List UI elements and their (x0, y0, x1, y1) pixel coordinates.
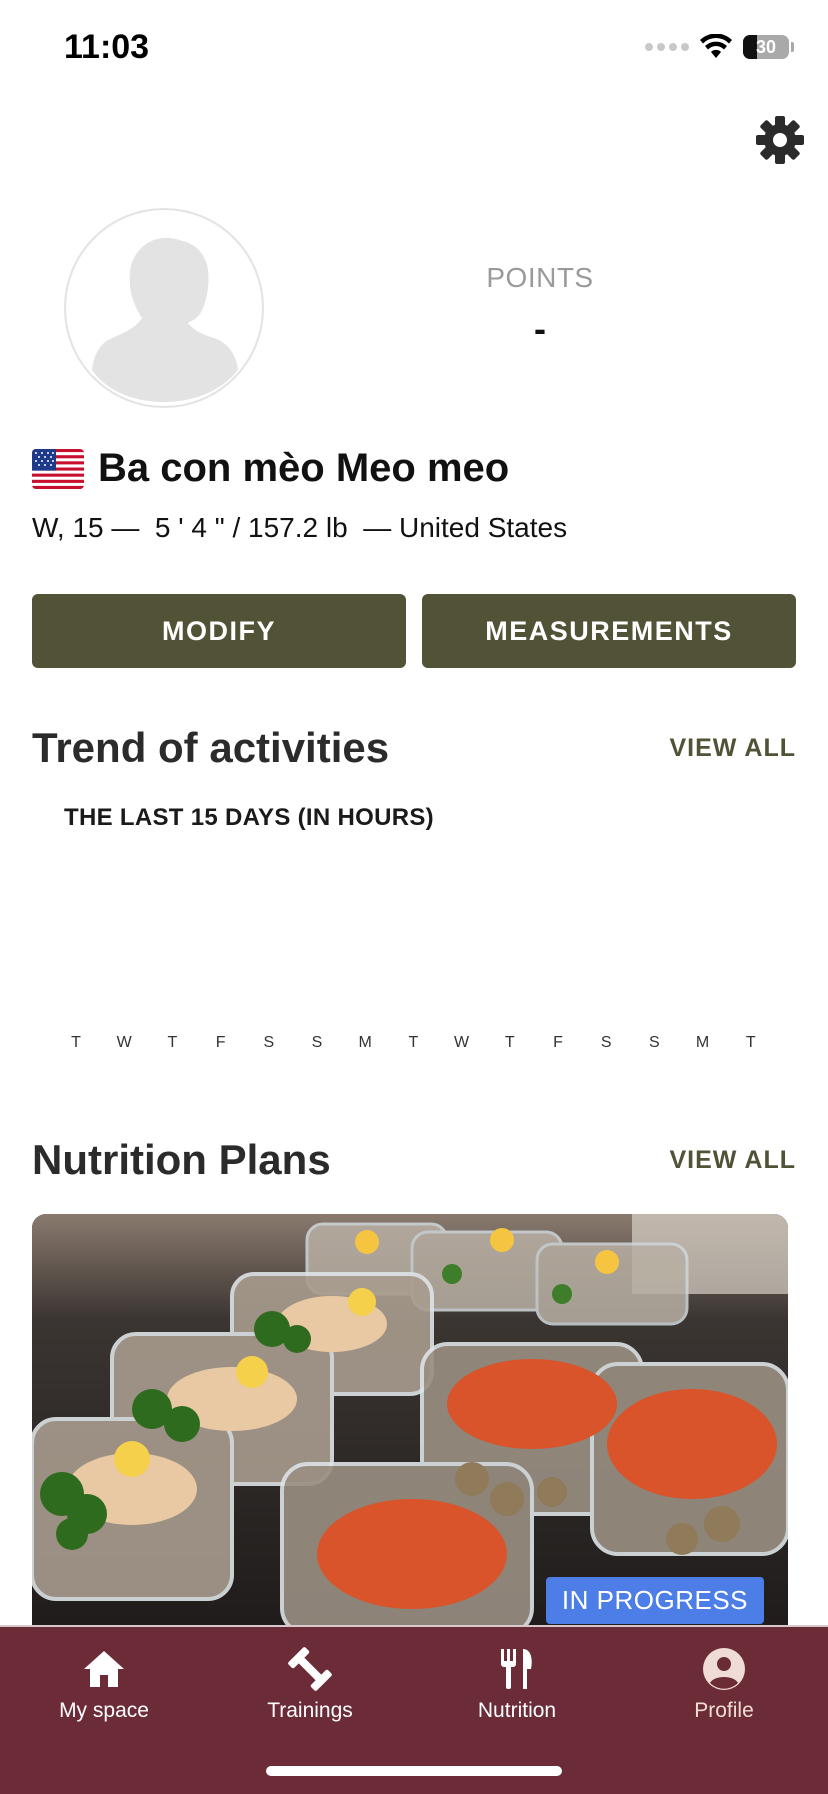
us-flag-icon (32, 448, 84, 489)
day-label: S (649, 1034, 660, 1051)
day-label: F (553, 1034, 563, 1051)
status-indicators: 30 (645, 34, 794, 60)
nav-label: Nutrition (477, 1699, 557, 1722)
day-label: W (116, 1034, 132, 1051)
user-details: W, 15 — 5 ' 4 " / 157.2 lb — United Stat… (32, 512, 568, 543)
dumbbell-icon (288, 1647, 332, 1691)
day-label: T (745, 1034, 756, 1051)
fork-knife-icon (501, 1649, 532, 1689)
nav-my-space[interactable]: My space (14, 1645, 194, 1723)
status-bar: 11:03 30 (0, 0, 828, 100)
home-indicator (266, 1766, 562, 1776)
nutrition-plan-card[interactable]: IN PROGRESS (32, 1214, 788, 1634)
wifi-icon (700, 34, 732, 58)
avatar[interactable] (64, 208, 264, 408)
home-icon (84, 1651, 124, 1687)
female-placeholder-icon (92, 237, 238, 402)
profile-name-row: Ba con mèo Meo meo (32, 446, 509, 491)
activities-title: Trend of activities (32, 724, 390, 771)
day-label: S (311, 1034, 323, 1051)
battery-level: 30 (755, 36, 777, 57)
measurements-button[interactable]: MEASUREMENTS (422, 594, 796, 668)
points-panel: POINTS - (440, 262, 640, 350)
day-label: T (71, 1034, 81, 1051)
points-label: POINTS (486, 262, 594, 293)
nav-profile[interactable]: Profile (634, 1645, 814, 1723)
day-label: W (454, 1034, 470, 1051)
points-value: - (534, 308, 546, 349)
nutrition-title: Nutrition Plans (32, 1136, 331, 1183)
day-label: T (167, 1034, 178, 1051)
nav-label: Profile (694, 1699, 754, 1722)
profile-icon (703, 1648, 745, 1690)
day-label: T (408, 1034, 419, 1051)
activities-view-all-link[interactable]: VIEW ALL (669, 734, 796, 763)
nutrition-view-all-link[interactable]: VIEW ALL (669, 1146, 796, 1175)
nav-nutrition[interactable]: Nutrition (427, 1645, 607, 1723)
status-badge: IN PROGRESS (545, 1577, 764, 1624)
status-time: 11:03 (64, 28, 150, 66)
day-label: F (215, 1034, 226, 1051)
cellular-signal-icon (645, 43, 689, 51)
day-label: M (358, 1034, 372, 1051)
day-label: M (695, 1034, 710, 1051)
activities-day-labels: TWTFSSMTWTFSSMT (52, 1034, 772, 1058)
settings-gear-icon[interactable] (754, 114, 806, 166)
day-label: T (504, 1034, 515, 1051)
activities-chart-subtitle: THE LAST 15 DAYS (IN HOURS) (64, 804, 434, 831)
day-label: S (263, 1034, 275, 1051)
modify-button[interactable]: MODIFY (32, 594, 406, 668)
nav-label: Trainings (267, 1699, 353, 1722)
activities-chart (52, 850, 772, 1040)
nav-trainings[interactable]: Trainings (220, 1645, 400, 1723)
nav-label: My space (59, 1699, 149, 1722)
battery-icon: 30 (743, 35, 789, 59)
user-name: Ba con mèo Meo meo (98, 446, 510, 490)
day-label: S (600, 1034, 612, 1051)
meal-prep-image (32, 1214, 788, 1634)
